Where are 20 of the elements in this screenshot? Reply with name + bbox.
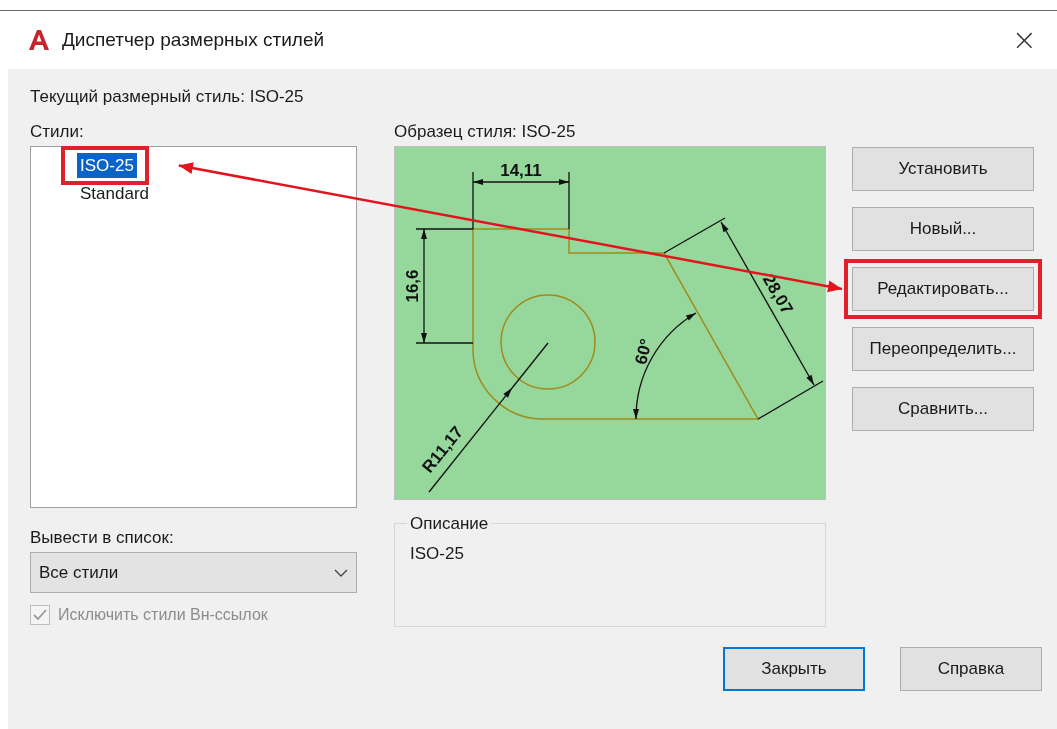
preview-label: Образец стиля: ISO-25 <box>394 122 577 142</box>
window-title: Диспетчер размерных стилей <box>62 29 326 51</box>
current-style-label: Текущий размерный стиль: ISO-25 <box>30 87 304 107</box>
dialog-button[interactable]: Закрыть <box>723 647 865 691</box>
dialog-button[interactable]: Справка <box>900 647 1042 691</box>
dialog-button[interactable]: Новый... <box>852 207 1034 251</box>
dialog-button[interactable]: Установить <box>852 147 1034 191</box>
checkbox-label: Исключить стили Вн-ссылок <box>58 606 268 624</box>
close-button[interactable]: × <box>1005 25 1043 55</box>
app-logo-icon <box>28 29 50 51</box>
list-filter-label: Вывести в список: <box>30 528 175 548</box>
chevron-down-icon <box>334 568 348 577</box>
dialog-button[interactable]: Редактировать... <box>852 267 1034 311</box>
description-text: ISO-25 <box>410 544 465 564</box>
style-list-item[interactable]: ISO-25 <box>77 153 137 178</box>
style-list-item[interactable]: Standard <box>77 181 152 206</box>
dialog-button[interactable]: Переопределить... <box>852 327 1034 371</box>
list-filter-dropdown[interactable]: Все стили <box>30 552 357 593</box>
dialog-button[interactable]: Сравнить... <box>852 387 1034 431</box>
styles-label: Стили: <box>30 122 85 142</box>
